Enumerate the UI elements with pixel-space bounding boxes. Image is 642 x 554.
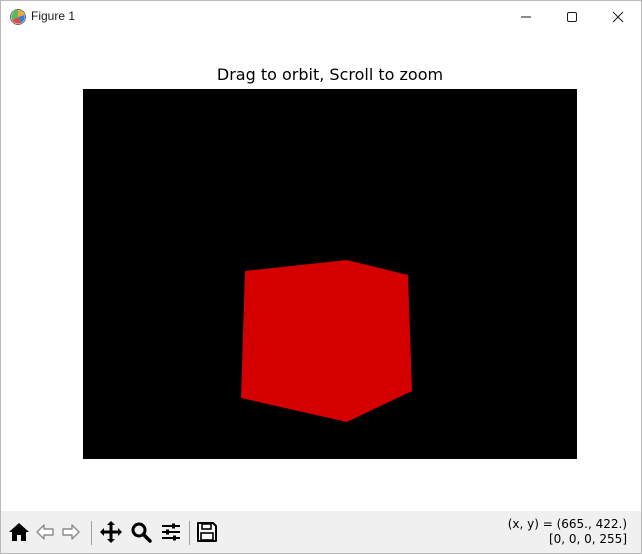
maximize-button[interactable] [549,1,595,33]
axes-title: Drag to orbit, Scroll to zoom [216,65,444,84]
maximize-icon [566,11,578,23]
configure-subplots-icon [160,521,182,543]
matplotlib-figure-icon [9,8,27,26]
home-icon [8,521,30,543]
cursor-coordinates: (x, y) = (665., 422.) [0, 0, 0, 255] [508,517,627,547]
pan-move-icon [99,520,123,544]
pan-button[interactable] [99,519,123,545]
save-button[interactable] [195,519,219,545]
back-button[interactable] [33,519,57,545]
home-button[interactable] [7,519,31,545]
figure-window: Figure 1 Drag to orbit, Scroll to zoom (… [0,0,642,554]
forward-arrow-icon [60,521,82,543]
save-floppy-icon [196,521,218,543]
window-title: Figure 1 [31,9,76,23]
red-cube[interactable] [241,260,412,422]
render-canvas[interactable] [83,89,577,459]
minimize-icon [520,11,532,23]
title-bar[interactable]: Figure 1 [1,1,641,33]
minimize-button[interactable] [503,1,549,33]
figure-area: Drag to orbit, Scroll to zoom [1,33,641,511]
coords-pixel-value: [0, 0, 0, 255] [548,532,627,546]
toolbar-separator [189,521,190,545]
close-icon [612,11,624,23]
toolbar-separator [91,521,92,545]
close-button[interactable] [595,1,641,33]
zoom-button[interactable] [129,519,153,545]
back-arrow-icon [34,521,56,543]
forward-button[interactable] [59,519,83,545]
navigation-toolbar: (x, y) = (665., 422.) [0, 0, 0, 255] [1,511,641,553]
configure-subplots-button[interactable] [159,519,183,545]
coords-xy: (x, y) = (665., 422.) [507,517,627,531]
zoom-magnifier-icon [130,521,152,543]
